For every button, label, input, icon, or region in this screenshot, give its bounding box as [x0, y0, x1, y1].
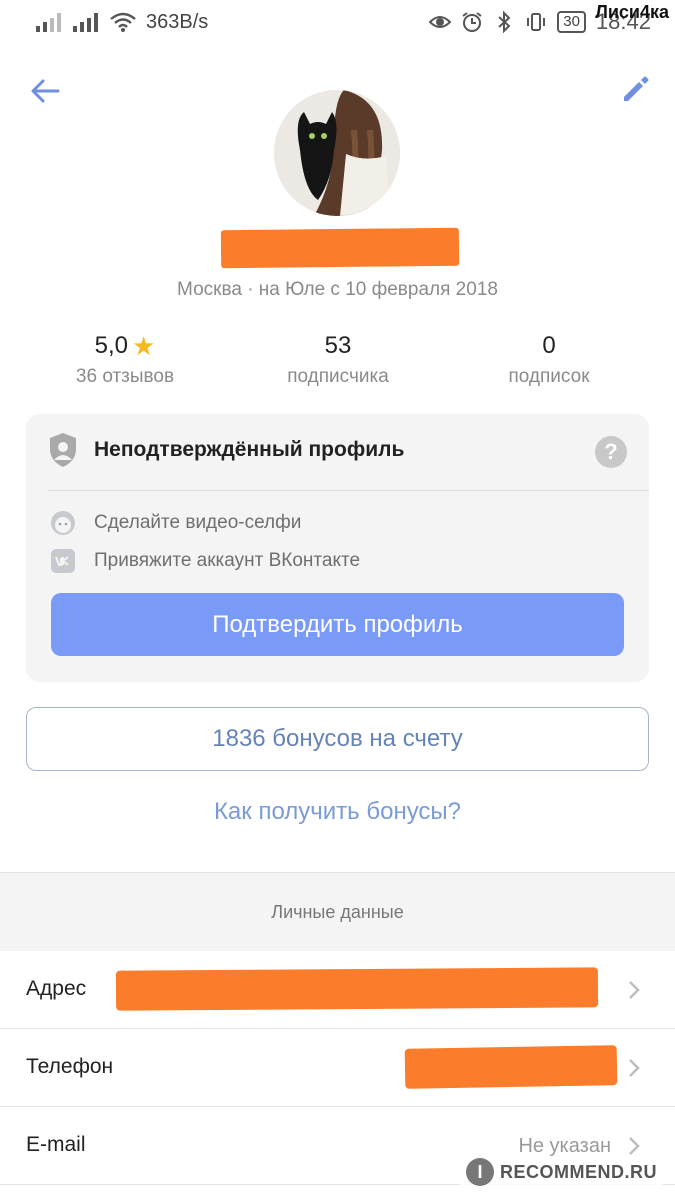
stat-label: подписчика	[287, 366, 389, 387]
address-redaction	[115, 967, 599, 1011]
edit-profile-button[interactable]	[617, 70, 655, 108]
verification-title: Неподтверждённый профиль	[94, 438, 405, 461]
watermark-username: Лиси4ка	[595, 2, 669, 22]
stat-label: подписок	[508, 366, 590, 387]
status-bar: 363B/s 30 18:42	[0, 0, 675, 44]
stat-value: 53	[324, 332, 352, 359]
vibrate-icon	[527, 13, 546, 31]
phone-redaction	[404, 1045, 618, 1089]
stat-value: 5,0	[94, 332, 129, 359]
shield-icon	[50, 433, 76, 467]
alarm-icon	[462, 12, 482, 32]
wifi-icon	[110, 12, 136, 32]
row-label: Адрес	[26, 977, 87, 1000]
battery-indicator: 30	[557, 11, 586, 33]
verify-item-label: Сделайте видео-селфи	[94, 512, 302, 533]
cell-signal-icon	[73, 12, 98, 32]
bonus-balance-button[interactable]: 1836 бонусов на счету	[26, 707, 649, 771]
stat-label: 36 отзывов	[75, 366, 175, 387]
stat-followers[interactable]: 53 подписчика	[248, 330, 428, 388]
divider	[48, 490, 649, 491]
eye-icon	[429, 16, 452, 28]
stat-following[interactable]: 0 подписок	[459, 330, 639, 388]
pencil-icon	[624, 76, 649, 101]
network-speed: 363B/s	[146, 10, 209, 33]
stat-reviews[interactable]: 5,0 ★ 36 отзывов	[35, 330, 215, 388]
phone-row[interactable]: Телефон	[0, 1029, 675, 1107]
watermark-badge: I	[466, 1158, 494, 1186]
name-redaction	[220, 227, 460, 269]
profile-meta: Москва · на Юле с 10 февраля 2018	[177, 279, 498, 300]
arrow-left-icon	[31, 79, 60, 103]
chevron-right-icon	[629, 1137, 640, 1155]
stat-value: 0	[542, 332, 556, 359]
row-label: Телефон	[26, 1055, 114, 1078]
vk-icon	[51, 549, 75, 573]
bluetooth-icon	[498, 11, 511, 33]
verify-item-selfie: Сделайте видео-селфи	[50, 510, 301, 536]
cell-signal-icon	[36, 12, 61, 32]
verify-item-label: Привяжите аккаунт ВКонтакте	[94, 550, 361, 571]
how-to-get-bonus-link[interactable]: Как получить бонусы?	[0, 798, 675, 826]
watermark: I RECOMMEND.RU	[460, 1156, 663, 1188]
verification-card: Неподтверждённый профиль ? Сделайте виде…	[26, 414, 649, 682]
section-title: Личные данные	[271, 902, 404, 922]
verify-profile-button[interactable]: Подтвердить профиль	[51, 593, 624, 656]
row-value: Не указан	[518, 1135, 611, 1157]
back-button[interactable]	[26, 72, 64, 110]
help-icon[interactable]: ?	[595, 436, 627, 468]
profile-stats: 5,0 ★ 36 отзывов 53 подписчика 0 подписок	[0, 330, 675, 394]
row-label: E-mail	[26, 1133, 86, 1156]
star-icon: ★	[132, 331, 156, 361]
face-icon	[51, 511, 75, 535]
address-row[interactable]: Адрес	[0, 951, 675, 1029]
avatar[interactable]	[274, 90, 400, 216]
verify-item-vk: Привяжите аккаунт ВКонтакте	[50, 548, 360, 574]
chevron-right-icon	[629, 1059, 640, 1077]
avatar-image	[274, 90, 400, 216]
verification-header: Неподтверждённый профиль	[48, 432, 404, 468]
chevron-right-icon	[629, 981, 640, 999]
watermark-text: RECOMMEND.RU	[500, 1161, 657, 1182]
